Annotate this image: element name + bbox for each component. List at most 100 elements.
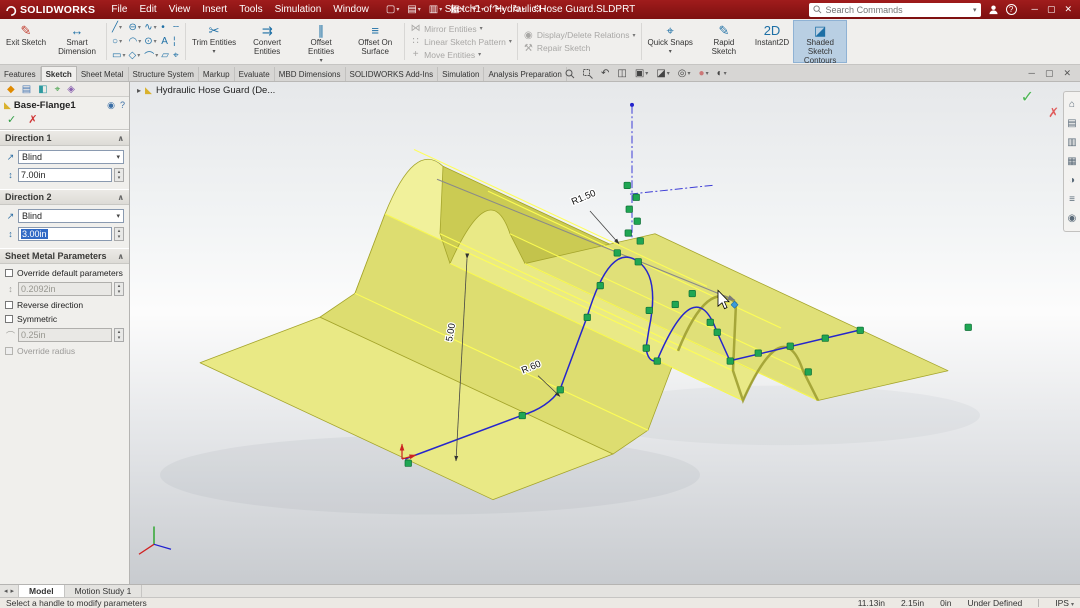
menu-item[interactable]: Edit: [133, 2, 162, 17]
zoom-to-area-icon[interactable]: [583, 69, 593, 79]
pm-help-icon[interactable]: ?: [120, 100, 125, 111]
redo-button[interactable]: ↷▾: [489, 4, 507, 15]
polygon-tool[interactable]: ◇▾: [128, 49, 141, 63]
construction-geometry-tool[interactable]: ¦: [173, 35, 180, 49]
ellipse-tool[interactable]: ⊙▾: [144, 35, 158, 49]
confirmation-ok-button[interactable]: ✓: [1021, 87, 1034, 107]
new-document-button[interactable]: ▢▾: [383, 4, 402, 15]
doc-close-button[interactable]: ✕: [1063, 68, 1071, 79]
tab-sheet-metal[interactable]: Sheet Metal: [77, 67, 129, 81]
convert-entities-button[interactable]: ⇉Convert Entities: [240, 20, 294, 63]
sketch-relation-marker[interactable]: [672, 301, 679, 307]
direction1-depth-field[interactable]: 7.00in: [18, 168, 112, 182]
sketch-relation-marker[interactable]: [822, 335, 829, 341]
open-document-button[interactable]: ▤▾: [404, 4, 423, 15]
sketch-relation-marker[interactable]: [707, 319, 714, 325]
symmetric-checkbox[interactable]: [5, 315, 13, 323]
view-palette-icon[interactable]: ▦: [1067, 156, 1076, 167]
sketch-relation-marker[interactable]: [634, 218, 641, 224]
move-entities-button[interactable]: +Move Entities▾: [410, 49, 512, 60]
sketch-relation-marker[interactable]: [584, 314, 591, 320]
display-style-icon[interactable]: ◪▾: [656, 68, 669, 79]
sketch-relation-marker[interactable]: [557, 387, 564, 393]
zoom-to-fit-icon[interactable]: [565, 69, 575, 79]
tab-solidworks-add-ins[interactable]: SOLIDWORKS Add-Ins: [346, 67, 439, 81]
sketch-relation-marker[interactable]: [965, 324, 972, 330]
smart-dimension-button[interactable]: ↔ Smart Dimension: [50, 20, 104, 63]
reverse-direction-checkbox[interactable]: [5, 301, 13, 309]
shaded-sketch-contours-button[interactable]: ◪Shaded Sketch Contours: [793, 20, 847, 63]
tab-features[interactable]: Features: [0, 67, 41, 81]
sketch-relation-marker[interactable]: [643, 345, 650, 351]
direction2-depth-field[interactable]: 3.00in: [18, 227, 112, 241]
sketch-relation-marker[interactable]: [625, 230, 632, 236]
direction1-end-condition-dropdown[interactable]: Blind ▾: [18, 150, 124, 164]
tab-analysis-preparation[interactable]: Analysis Preparation: [484, 67, 566, 81]
cancel-button[interactable]: ✗: [28, 113, 37, 126]
home-icon[interactable]: ⌂: [1069, 99, 1075, 110]
sheet-metal-parameters-header[interactable]: Sheet Metal Parameters ∧: [0, 248, 129, 264]
repair-sketch-button[interactable]: ⚒Repair Sketch: [523, 43, 636, 54]
sketch-relation-marker[interactable]: [646, 307, 653, 313]
mirror-entities-button[interactable]: ⋈Mirror Entities▾: [410, 23, 512, 34]
custom-properties-icon[interactable]: ≡: [1069, 194, 1075, 205]
tab-mbd-dimensions[interactable]: MBD Dimensions: [275, 67, 346, 81]
propertymanager-tab[interactable]: ◆: [7, 84, 15, 95]
menu-item[interactable]: Window: [327, 2, 375, 17]
ok-button[interactable]: ✓: [7, 113, 16, 126]
sketch-relation-marker[interactable]: [689, 290, 696, 296]
menu-item[interactable]: Insert: [196, 2, 233, 17]
instant2d-button[interactable]: 2DInstant2D: [751, 20, 793, 63]
user-account-icon[interactable]: [988, 4, 999, 15]
trim-entities-button[interactable]: ✂Trim Entities▾: [188, 20, 240, 63]
diagonal-centerline[interactable]: [630, 185, 714, 194]
line-tool[interactable]: ╱▾: [112, 21, 125, 35]
plane-tool[interactable]: ▱: [161, 49, 170, 63]
motion-study-tab[interactable]: Motion Study 1: [65, 585, 143, 597]
tab-markup[interactable]: Markup: [199, 67, 235, 81]
configurationmanager-tab[interactable]: ▤: [22, 84, 31, 95]
menu-item[interactable]: Simulation: [269, 2, 328, 17]
doc-restore-button[interactable]: ▢: [1045, 68, 1054, 79]
help-icon[interactable]: ?: [1006, 4, 1017, 15]
sketch-relation-marker[interactable]: [635, 259, 642, 265]
rectangle-tool[interactable]: ▭▾: [112, 49, 125, 63]
menu-item[interactable]: View: [163, 2, 197, 17]
centerline-endpoint[interactable]: [630, 103, 634, 107]
units-selector[interactable]: IPS▾: [1055, 598, 1074, 608]
point-tool[interactable]: •: [161, 21, 170, 35]
sketch-relation-marker[interactable]: [633, 194, 640, 200]
tab-scroll-right-icon[interactable]: ▸: [11, 587, 15, 595]
tree-expand-icon[interactable]: ▸: [137, 86, 141, 95]
offset-entities-button[interactable]: ∥Offset Entities▾: [294, 20, 348, 63]
sketch-relation-marker[interactable]: [755, 350, 762, 356]
sketch-relation-marker[interactable]: [614, 250, 621, 256]
tab-simulation[interactable]: Simulation: [438, 67, 484, 81]
override-default-parameters-checkbox[interactable]: [5, 269, 13, 277]
design-library-icon[interactable]: ▤: [1067, 118, 1076, 129]
previous-view-icon[interactable]: ↶: [601, 68, 609, 79]
menu-item[interactable]: File: [105, 2, 133, 17]
dimxpertmanager-tab[interactable]: ⌖: [55, 84, 61, 95]
appearances-icon[interactable]: ◑: [1069, 175, 1075, 186]
slot-tool[interactable]: ⊖▾: [128, 21, 141, 35]
menu-item[interactable]: Tools: [233, 2, 268, 17]
direction2-depth-spinner[interactable]: ▴▾: [114, 227, 124, 241]
sketch-relation-marker[interactable]: [626, 206, 633, 212]
offset-on-surface-button[interactable]: ≡Offset On Surface: [348, 20, 402, 63]
sketch-relation-marker[interactable]: [637, 238, 644, 244]
display-delete-relations-button[interactable]: ◉Display/Delete Relations▾: [523, 30, 636, 41]
tab-structure-system[interactable]: Structure System: [129, 67, 199, 81]
options-button[interactable]: ⚙▾: [530, 4, 549, 15]
displaymanager-tab[interactable]: ◧: [38, 84, 47, 95]
arc-tool[interactable]: ◠▾: [128, 35, 141, 49]
sketch-relation-marker[interactable]: [597, 282, 604, 288]
print-button[interactable]: ▦▾: [447, 4, 466, 15]
sketch-relation-marker[interactable]: [787, 343, 794, 349]
minimize-button[interactable]: ─: [1032, 4, 1038, 15]
linear-sketch-pattern-button[interactable]: ∷Linear Sketch Pattern▾: [410, 36, 512, 47]
spline-tool[interactable]: ∿▾: [144, 21, 158, 35]
close-button[interactable]: ✕: [1064, 4, 1072, 15]
fillet-tool[interactable]: ⌒▾: [144, 49, 158, 63]
tab-sketch[interactable]: Sketch: [41, 66, 77, 81]
